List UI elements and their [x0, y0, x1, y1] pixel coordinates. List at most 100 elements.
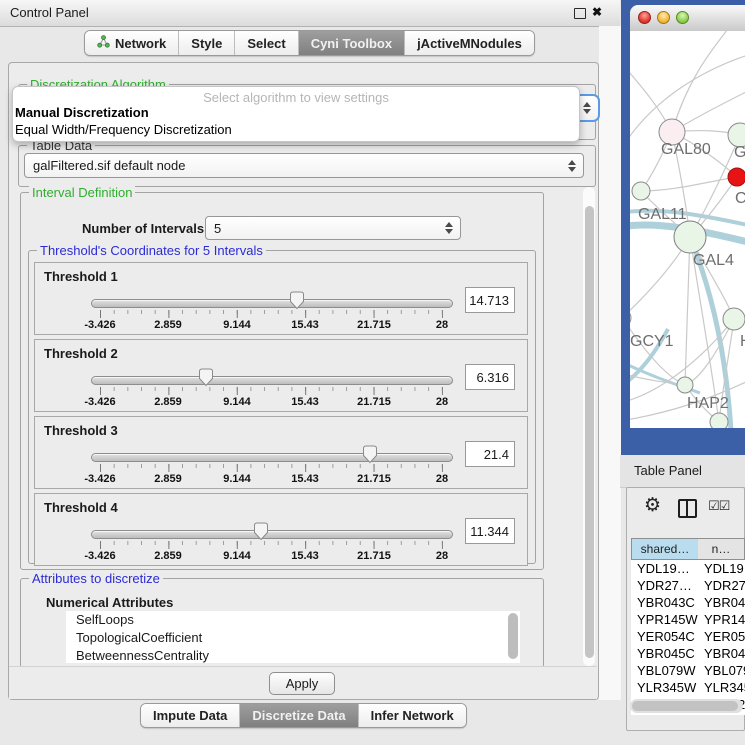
network-window-titlebar[interactable] [630, 5, 745, 32]
dropdown-option-manual[interactable]: Manual Discretization [15, 105, 149, 120]
node-gal4[interactable] [674, 221, 706, 253]
threshold-1-panel: Threshold 1 -3.426 2.859 9.144 15.43 21.… [34, 262, 528, 335]
node-h[interactable] [723, 308, 745, 330]
threshold-4-slider-track[interactable] [91, 530, 453, 539]
list-scrollbar[interactable] [508, 613, 518, 659]
tab-infer-network[interactable]: Infer Network [358, 704, 466, 727]
threshold-label: Threshold 1 [44, 269, 118, 284]
node-hap2[interactable] [677, 377, 693, 393]
tab-label: Cyni Toolbox [311, 36, 392, 51]
threshold-1-slider-track[interactable] [91, 299, 453, 308]
column-header-shared-name[interactable]: shared… [631, 538, 699, 560]
tick-label: 15.43 [291, 473, 319, 485]
table-row[interactable]: YER054CYER054C [631, 628, 745, 645]
threshold-2-value-field[interactable]: 6.316 [465, 364, 515, 390]
threshold-1-slider-thumb[interactable] [289, 291, 305, 310]
threshold-label: Threshold 2 [44, 346, 118, 361]
table-row[interactable]: YBR045CYBR045C [631, 645, 745, 662]
threshold-2-slider-track[interactable] [91, 376, 453, 385]
threshold-2-slider-thumb[interactable] [198, 368, 214, 387]
table-row[interactable]: YBL079WYBL079W [631, 662, 745, 679]
tick-label: -3.426 [84, 396, 115, 408]
threshold-4-value-field[interactable]: 11.344 [465, 518, 515, 544]
threshold-3-slider-track[interactable] [91, 453, 453, 462]
tick-label: 9.144 [223, 550, 251, 562]
tick-label: 2.859 [154, 396, 182, 408]
list-item[interactable]: SelfLoops [66, 611, 520, 629]
numerical-attributes-label: Numerical Attributes [46, 595, 173, 610]
threshold-4-panel: Threshold 4 -3.426 2.859 9.144 15.43 21.… [34, 493, 528, 566]
table-row[interactable]: YDR27…YDR27… [631, 577, 745, 594]
node-label-partial: GA [734, 144, 745, 161]
select-columns-checkbox-icons[interactable]: ☑☑ [708, 499, 729, 514]
tick-label: 15.43 [291, 319, 319, 331]
table-row[interactable]: YBR043CYBR043C [631, 594, 745, 611]
panel-gap [599, 26, 621, 700]
minimize-traffic-light-icon[interactable] [657, 11, 670, 24]
combo-value: 5 [214, 221, 221, 236]
tab-cyni-toolbox[interactable]: Cyni Toolbox [298, 31, 404, 55]
threshold-3-slider-thumb[interactable] [362, 445, 378, 464]
gear-icon[interactable]: ⚙ [644, 494, 661, 516]
tab-impute-data[interactable]: Impute Data [141, 704, 239, 727]
group-title: Interval Definition [29, 185, 135, 200]
dropdown-hint: Select algorithm to view settings [13, 90, 579, 105]
tab-discretize-data[interactable]: Discretize Data [239, 704, 357, 727]
list-item[interactable]: BetweennessCentrality [66, 647, 520, 663]
zoom-traffic-light-icon[interactable] [676, 11, 689, 24]
threshold-2-panel: Threshold 2 -3.426 2.859 9.144 15.43 21.… [34, 339, 528, 412]
close-icon[interactable]: ✖ [592, 5, 602, 19]
threshold-4-slider-thumb[interactable] [253, 522, 269, 541]
algorithm-dropdown-popup: Select algorithm to view settings Manual… [12, 86, 580, 142]
panel-title: Control Panel [10, 0, 89, 26]
table-horizontal-scrollbar[interactable] [630, 699, 743, 713]
close-traffic-light-icon[interactable] [638, 11, 651, 24]
slider-ticks [100, 541, 443, 549]
tab-label: jActiveMNodules [417, 36, 522, 51]
tab-label: Impute Data [153, 708, 227, 723]
column-header-name[interactable]: n… [698, 538, 745, 560]
tick-label: 28 [436, 473, 448, 485]
column-layout-icon[interactable] [678, 499, 697, 518]
table-data-select[interactable]: galFiltered.sif default node [24, 153, 584, 178]
slider-ticks [100, 310, 443, 318]
list-item[interactable]: TopologicalCoefficient [66, 629, 520, 647]
tab-jactivemnodules[interactable]: jActiveMNodules [404, 31, 534, 55]
panel-scrollbar-thumb[interactable] [585, 206, 594, 658]
dropdown-option-equal-width[interactable]: Equal Width/Frequency Discretization [15, 122, 232, 137]
node-gal11[interactable] [632, 182, 650, 200]
tab-select[interactable]: Select [234, 31, 297, 55]
tick-label: 9.144 [223, 319, 251, 331]
table-row[interactable]: YPR145WYPR145W [631, 611, 745, 628]
group-title: Threshold's Coordinates for 5 Intervals [37, 243, 266, 258]
table-row[interactable]: YDL19…YDL19… [631, 560, 745, 577]
control-panel-titlebar: Control Panel ✖ [0, 0, 620, 27]
tab-network[interactable]: Network [85, 31, 178, 55]
threshold-1-value-field[interactable]: 14.713 [465, 287, 515, 313]
table-row[interactable]: YLR345WYLR345W [631, 679, 745, 696]
threshold-3-value-field[interactable]: 21.4 [465, 441, 515, 467]
panel-scrollbar[interactable] [583, 187, 595, 666]
tick-label: 21.715 [357, 396, 391, 408]
threshold-label: Threshold 4 [44, 500, 118, 515]
combo-value: galFiltered.sif default node [33, 158, 185, 173]
node-bottom[interactable] [710, 413, 728, 428]
stepper-arrows-icon [445, 222, 453, 234]
tick-label: -3.426 [84, 473, 115, 485]
node-red-selected[interactable] [728, 168, 745, 186]
tab-label: Style [191, 36, 222, 51]
tab-label: Infer Network [371, 708, 454, 723]
tick-label: -3.426 [84, 319, 115, 331]
table-panel-title: Table Panel [634, 455, 702, 487]
node-gcy1[interactable] [630, 309, 631, 327]
apply-button[interactable]: Apply [269, 672, 335, 695]
stepper-arrows-icon [568, 160, 576, 172]
network-canvas[interactable]: GAL80 GA C GAL11 GAL4 GCY1 H HAP2 [630, 31, 745, 428]
tick-label: -3.426 [84, 550, 115, 562]
cyni-mode-tabs: Impute Data Discretize Data Infer Networ… [140, 703, 467, 728]
num-intervals-select[interactable]: 5 [205, 216, 461, 240]
network-graph: GAL80 GA C GAL11 GAL4 GCY1 H HAP2 [630, 31, 745, 428]
scrollbar-thumb[interactable] [632, 701, 738, 711]
tab-style[interactable]: Style [178, 31, 234, 55]
float-window-icon[interactable] [574, 8, 586, 19]
